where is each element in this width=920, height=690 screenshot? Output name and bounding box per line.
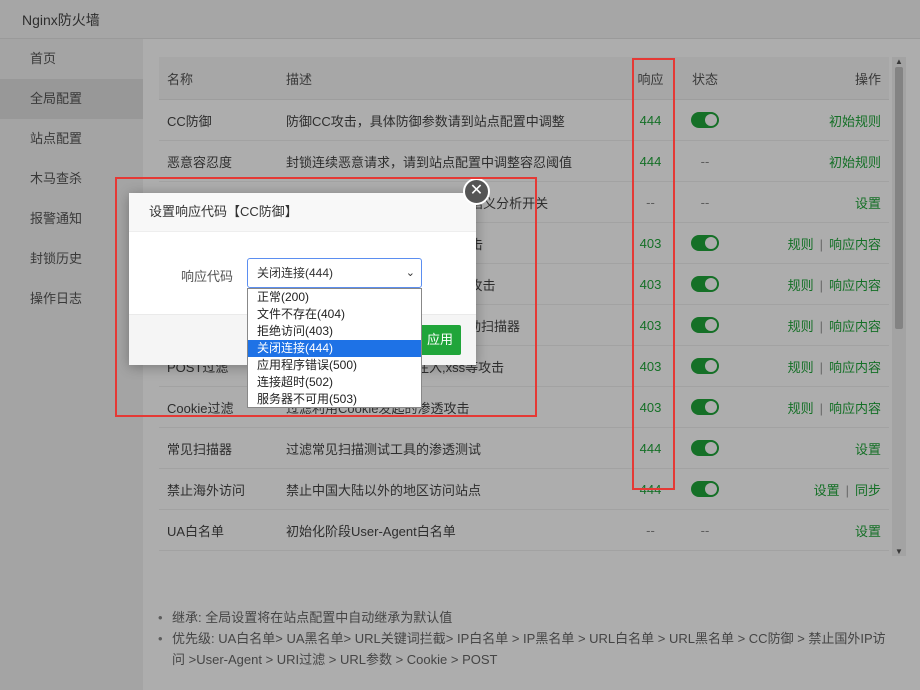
code-column-highlight-box <box>632 58 675 490</box>
dialog-highlight-box <box>115 177 537 417</box>
